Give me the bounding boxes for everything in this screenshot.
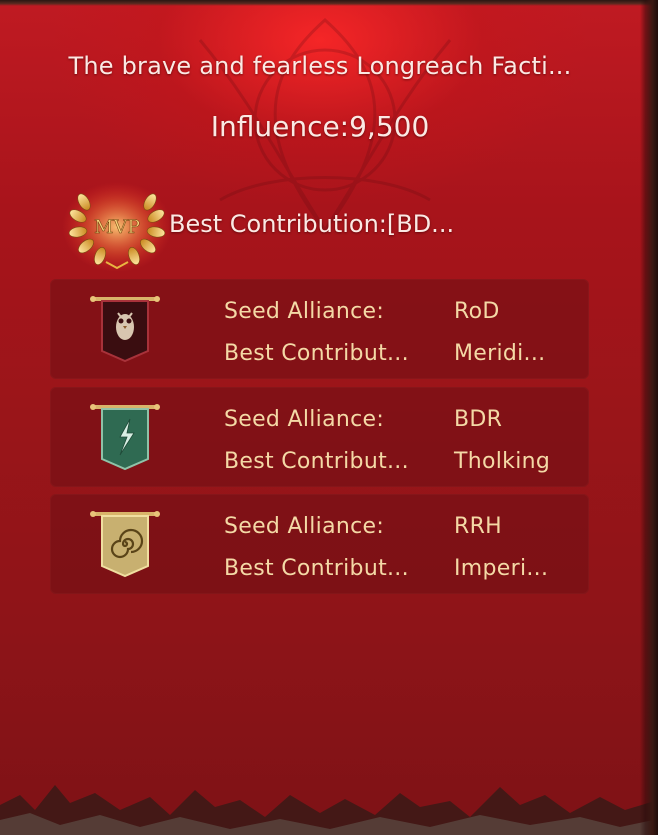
best-contributor-label: Best Contribut...	[224, 449, 409, 474]
seed-alliance-label: Seed Alliance:	[224, 299, 385, 324]
rocky-bottom-decoration	[0, 785, 658, 835]
alliance-card[interactable]: Seed Alliance: RoD Best Contribut... Mer…	[50, 279, 589, 379]
alliance-card[interactable]: Seed Alliance: BDR Best Contribut... Tho…	[50, 387, 589, 487]
alliance-card[interactable]: Seed Alliance: RRH Best Contribut... Imp…	[50, 494, 589, 594]
seed-alliance-value: RRH	[454, 514, 503, 539]
owl-banner-icon	[90, 296, 160, 363]
spiral-banner-icon	[90, 511, 160, 578]
best-contributor-value[interactable]: Meridi...	[454, 341, 545, 366]
seed-alliance-value: RoD	[454, 299, 500, 324]
influence-value: Influence:9,500	[210, 110, 430, 143]
seed-alliance-label: Seed Alliance:	[224, 514, 385, 539]
mvp-laurel-icon: MVP	[62, 182, 172, 272]
best-contributor-value[interactable]: Tholking	[454, 449, 550, 474]
best-contributor-value[interactable]: Imperi...	[454, 556, 548, 581]
best-contributor-label: Best Contribut...	[224, 341, 409, 366]
faction-panel: The brave and fearless Longreach Facti..…	[0, 0, 658, 835]
mvp-badge-text: MVP	[94, 216, 140, 238]
seed-alliance-label: Seed Alliance:	[224, 407, 385, 432]
best-contributor-label: Best Contribut...	[224, 556, 409, 581]
right-frame-border	[640, 0, 658, 835]
lightning-banner-icon	[90, 404, 160, 471]
seed-alliance-value: BDR	[454, 407, 503, 432]
faction-title: The brave and fearless Longreach Facti..…	[68, 52, 572, 80]
mvp-best-contribution[interactable]: Best Contribution:[BD...	[169, 210, 454, 238]
